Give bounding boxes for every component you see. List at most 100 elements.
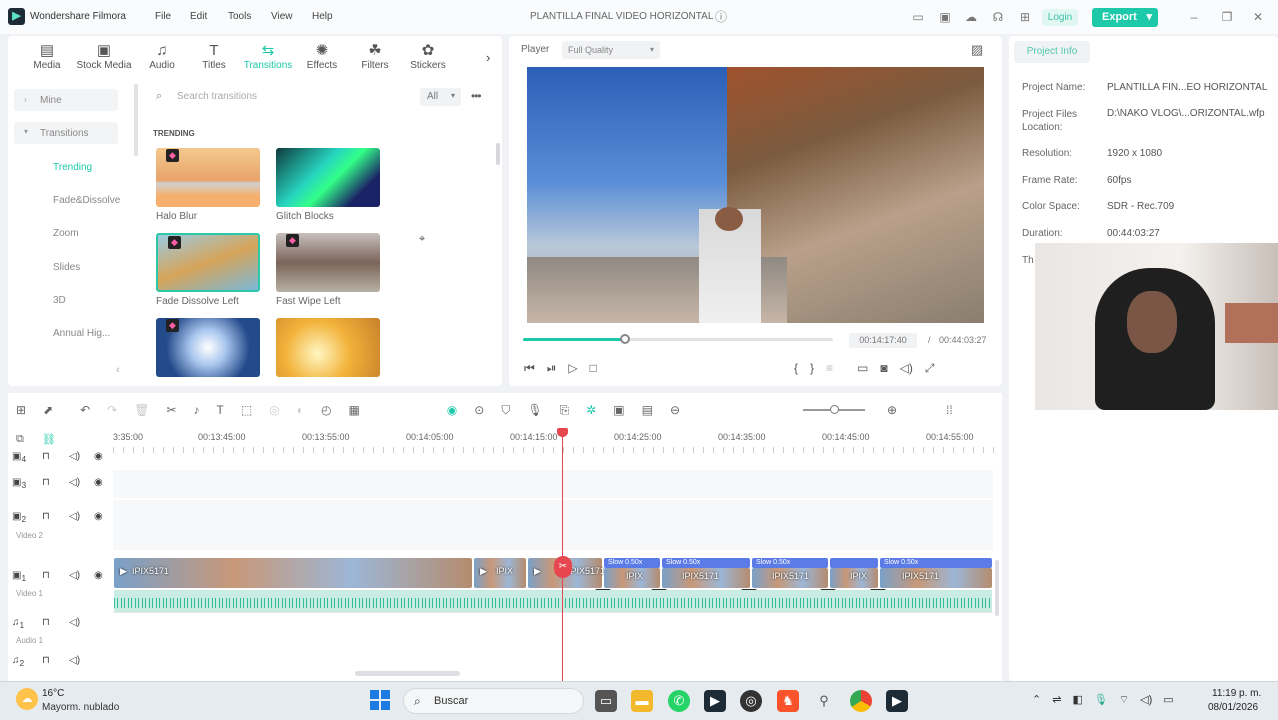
video-clip[interactable]: IPIX5171 [880, 568, 992, 588]
audio-waveform[interactable] [114, 590, 992, 612]
lock-icon[interactable]: ⊓ [42, 570, 50, 581]
app-icon[interactable]: ⚲ [813, 690, 835, 712]
pip-icon[interactable]: ▣ [613, 403, 624, 417]
filter-dropdown[interactable]: All ▾ [420, 88, 461, 106]
network-icon[interactable]: ⌔ [1119, 693, 1129, 707]
lock-icon[interactable]: ⊓ [42, 477, 50, 488]
lock-icon[interactable]: ⊓ [42, 511, 50, 522]
zoom-slider[interactable] [803, 405, 865, 414]
color-icon[interactable]: ◐ [297, 403, 304, 417]
menu-edit[interactable]: Edit [190, 11, 207, 22]
speaker-icon[interactable]: ◁) [69, 477, 80, 488]
sidebar-scrollbar[interactable] [134, 84, 138, 156]
layout-icon[interactable]: ⊞ [16, 403, 26, 417]
sliders-icon[interactable]: ⇌ [1052, 693, 1061, 707]
film-icon[interactable]: ▤ [642, 403, 653, 417]
sidebar-item-fade-dissolve[interactable]: Fade&Dissolve [53, 195, 120, 206]
sidebar-item-trending[interactable]: Trending [53, 162, 92, 173]
transition-thumb-6[interactable] [276, 318, 380, 377]
obs-icon[interactable]: ◎ [740, 690, 762, 712]
chevron-up-icon[interactable]: ⌃ [1032, 693, 1041, 707]
fullscreen-icon[interactable]: ⤢ [925, 361, 935, 376]
play-circle-icon[interactable]: ⊙ [474, 403, 484, 417]
eye-icon[interactable]: ◉ [94, 477, 103, 488]
volume-icon[interactable]: ◁) [1140, 693, 1152, 707]
headset-icon[interactable]: ☊ [990, 10, 1006, 24]
video-clip[interactable]: ▶ IPIX [474, 558, 526, 588]
scissors-icon[interactable]: ✂ [554, 556, 572, 578]
tab-titles[interactable]: T Titles [188, 42, 240, 76]
cloud-icon[interactable]: ☁ [963, 10, 979, 24]
transition-thumb-halo-blur[interactable]: ◆ [156, 148, 260, 207]
filmora-task-icon[interactable]: ▶ [704, 690, 726, 712]
speed-bar[interactable]: Slow 0.50x [752, 558, 828, 568]
tab-stock-media[interactable]: ▣ Stock Media [72, 42, 136, 76]
filmora-active-icon[interactable]: ▶ [886, 690, 908, 712]
lock-icon[interactable]: ⊓ [42, 451, 50, 462]
restore-icon[interactable]: ❐ [1219, 10, 1235, 24]
audio-icon[interactable]: ♪ [194, 403, 200, 417]
task-view-icon[interactable]: ▭ [595, 690, 617, 712]
transition-thumb-glitch-blocks[interactable] [276, 148, 380, 207]
mark-in-icon[interactable]: { [794, 361, 798, 376]
grid-menu-icon[interactable]: ⁞⁞ [946, 403, 953, 417]
video-preview[interactable] [527, 67, 984, 323]
delete-icon[interactable]: 🗑 [134, 403, 149, 417]
snapshot-icon[interactable]: ▨ [971, 42, 983, 58]
speed-bar[interactable]: Slow 0.50x [604, 558, 660, 568]
zoom-out-icon[interactable]: ⊖ [670, 403, 680, 417]
lock-icon[interactable]: ⊓ [42, 617, 50, 628]
speed-bar[interactable] [830, 558, 878, 568]
sidebar-item-slides[interactable]: Slides [53, 262, 80, 273]
redo-icon[interactable]: ↷ [107, 403, 117, 417]
tab-stickers[interactable]: ✿ Stickers [402, 42, 454, 76]
speaker-icon[interactable]: ◁) [69, 570, 80, 581]
speed-bar[interactable]: Slow 0.50x [880, 558, 992, 568]
sidebar-item-zoom[interactable]: Zoom [53, 228, 79, 239]
previous-frame-icon[interactable]: ⏮ [524, 361, 535, 376]
chevron-right-icon[interactable]: › [486, 50, 490, 65]
timeline-h-scrollbar[interactable] [355, 671, 460, 676]
weather-icon[interactable]: ☁ [16, 688, 38, 710]
sidebar-item-annual[interactable]: Annual Hig... [53, 328, 110, 339]
menu-tools[interactable]: Tools [228, 11, 251, 22]
camera-icon[interactable]: ◙ [880, 361, 887, 376]
zoom-in-icon[interactable]: ⊕ [887, 403, 897, 417]
eye-icon[interactable]: ◉ [94, 570, 103, 581]
render-icon[interactable]: ◉ [447, 403, 457, 417]
speed-icon[interactable]: ◴ [321, 403, 331, 417]
grid-icon[interactable]: ⊞ [1017, 10, 1033, 24]
app-tray-icon[interactable]: ◧ [1072, 693, 1082, 707]
menu-help[interactable]: Help [312, 11, 333, 22]
brave-icon[interactable]: ♞ [777, 690, 799, 712]
video-clip[interactable]: IPIX5171 [752, 568, 828, 588]
sidebar-item-mine[interactable]: › Mine [14, 89, 118, 111]
list-icon[interactable]: ≡ [826, 361, 833, 376]
transition-thumb-fast-wipe-left[interactable]: ◆ [276, 233, 380, 292]
tab-audio[interactable]: ♫ Audio [136, 42, 188, 76]
text-icon[interactable]: T [217, 403, 224, 417]
whatsapp-icon[interactable]: ✆ [668, 690, 690, 712]
search-input[interactable]: Search transitions [177, 91, 257, 102]
menu-view[interactable]: View [271, 11, 293, 22]
video-clip[interactable]: ▶ IPIX5171 [114, 558, 472, 588]
speaker-icon[interactable]: ◁) [69, 655, 80, 666]
crop-icon[interactable]: ⬚ [241, 403, 252, 417]
undo-icon[interactable]: ↶ [80, 403, 90, 417]
tab-transitions[interactable]: ⇆ Transitions [240, 42, 296, 76]
play-reverse-icon[interactable]: ⏯ [547, 361, 557, 376]
clipboard-icon[interactable]: ⎘ [560, 403, 570, 418]
monitor-icon[interactable]: ▭ [910, 10, 926, 24]
quality-dropdown[interactable]: Full Quality ▾ [562, 41, 660, 59]
play-icon[interactable]: ▷ [568, 361, 577, 376]
speaker-icon[interactable]: ◁) [69, 451, 80, 462]
select-icon[interactable]: ⬈ [43, 403, 53, 417]
battery-icon[interactable]: ▭ [1163, 693, 1173, 707]
cut-icon[interactable]: ✂ [166, 403, 176, 417]
eye-icon[interactable]: ◉ [94, 511, 103, 522]
minimize-icon[interactable]: – [1186, 10, 1202, 24]
tab-effects[interactable]: ✺ Effects [296, 42, 348, 76]
link-icon[interactable]: ⛓ [42, 433, 56, 446]
zoom-slider-handle[interactable] [830, 405, 839, 414]
taskbar-search[interactable]: ⌕ Buscar [403, 688, 584, 714]
